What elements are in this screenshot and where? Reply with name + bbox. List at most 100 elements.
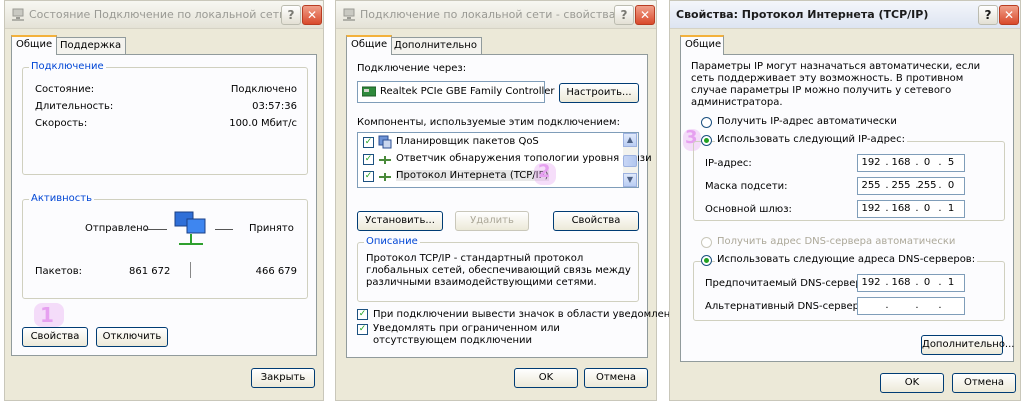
uninstall-button[interactable]: Удалить (455, 211, 529, 231)
mask-octet: 255 (917, 180, 937, 191)
adapter-field: Realtek PCIe GBE Family Controller (357, 81, 555, 103)
status-titlebar[interactable]: Состояние Подключение по локальной сети … (5, 1, 323, 29)
props-tabpanel: Подключение через: Realtek PCIe GBE Fami… (346, 54, 683, 358)
received-line (215, 229, 233, 230)
alt-dns-field[interactable]: . . . (857, 297, 965, 315)
component-properties-button[interactable]: Свойства (553, 211, 639, 231)
manual-ip-radio[interactable] (701, 135, 712, 146)
preferred-dns-field[interactable]: 192 . 168 . 0 . 1 (857, 274, 965, 292)
close-button[interactable]: Закрыть (251, 368, 315, 388)
packets-label: Пакетов: (35, 266, 83, 277)
properties-button[interactable]: Свойства (22, 327, 88, 347)
close-window-button[interactable]: ✕ (635, 5, 655, 25)
tcpip-tabpanel: Параметры IP могут назначаться автоматич… (680, 54, 1014, 362)
connection-properties-window: Подключение по локальной сети - свойства… (335, 0, 683, 401)
activity-group: Активность Отправлено Принято Пакетов: 8… (22, 193, 308, 299)
sent-label: Отправлено (85, 223, 149, 234)
state-label: Состояние: (35, 84, 95, 95)
help-button[interactable]: ? (614, 5, 634, 25)
network-activity-icon (174, 211, 206, 245)
tab-general[interactable]: Общие (680, 35, 724, 55)
ip-label: IP-адрес: (705, 158, 752, 169)
tcpip-properties-window: Свойства: Протокол Интернета (TCP/IP) ? … (669, 0, 1021, 401)
ip-field[interactable]: 192 . 168 . 0 . 5 (857, 154, 965, 172)
description-text: Протокол TCP/IP - стандартный протокол г… (366, 253, 631, 288)
description-group: Описание Протокол TCP/IP - стандартный п… (357, 236, 639, 302)
install-button[interactable]: Установить... (357, 211, 443, 231)
close-window-button[interactable]: ✕ (302, 5, 322, 25)
mask-field[interactable]: 255 . 255 . 255 . 0 (857, 177, 965, 195)
activity-legend: Активность (29, 193, 94, 204)
manual-dns-label: Использовать следующие адреса DNS-сервер… (715, 254, 978, 265)
ok-button[interactable]: OK (514, 368, 578, 388)
close-window-button[interactable]: ✕ (999, 5, 1019, 25)
scroll-thumb[interactable] (623, 155, 637, 167)
duration-label: Длительность: (35, 101, 114, 112)
alt-dns-label: Альтернативный DNS-сервер: (705, 301, 863, 312)
tcpip-window-title: Свойства: Протокол Интернета (TCP/IP) (676, 8, 929, 21)
configure-button[interactable]: Настроить... (559, 83, 639, 103)
dns-octet: 168 (891, 277, 911, 288)
components-list[interactable]: ✓ Планировщик пакетов QoS ✓ Ответчик обн… (357, 132, 652, 188)
tab-support[interactable]: Поддержка (55, 37, 127, 55)
component-checkbox[interactable]: ✓ (363, 137, 374, 148)
gateway-octet: 1 (947, 203, 955, 214)
ip-dot: . (938, 300, 942, 311)
tab-general[interactable]: Общие (346, 35, 393, 55)
component-label-tcpip: Протокол Интернета (TCP/IP) (396, 170, 549, 181)
help-button[interactable]: ? (978, 5, 998, 25)
component-checkbox[interactable]: ✓ (363, 171, 374, 182)
component-label: Ответчик обнаружения топологии уровня св… (396, 153, 652, 164)
speed-value: 100.0 Мбит/с (229, 118, 297, 129)
qos-icon (378, 135, 392, 149)
auto-ip-radio[interactable] (701, 117, 712, 128)
gateway-label: Основной шлюз: (705, 204, 792, 215)
show-icon-checkbox[interactable]: ✓ (357, 309, 368, 320)
dns-octet: 1 (947, 277, 955, 288)
ip-octet: 168 (891, 157, 911, 168)
step-marker-1: 1 (40, 303, 54, 327)
mask-octet: 0 (947, 180, 955, 191)
mask-octet: 255 (891, 180, 911, 191)
connection-legend: Подключение (29, 61, 106, 72)
notify-checkbox[interactable]: ✓ (357, 324, 368, 335)
ip-octet: 192 (861, 157, 881, 168)
network-icon (343, 8, 355, 21)
manual-dns-radio[interactable] (701, 255, 712, 266)
cancel-button[interactable]: Отмена (584, 368, 648, 388)
cancel-button[interactable]: Отмена (952, 373, 1016, 393)
ip-dot: . (915, 300, 919, 311)
preferred-dns-label: Предпочитаемый DNS-сервер: (705, 278, 866, 289)
duration-value: 03:57:36 (252, 101, 297, 112)
packets-received-value: 466 679 (255, 266, 297, 277)
tab-general[interactable]: Общие (11, 35, 58, 55)
scroll-down-arrow-icon[interactable]: ▼ (623, 173, 637, 187)
status-tabpanel: Подключение Состояние: Подключено Длител… (11, 54, 317, 356)
ok-button[interactable]: OK (880, 373, 944, 393)
ip-octet: 5 (947, 157, 955, 168)
status-window: Состояние Подключение по локальной сети … (4, 0, 324, 401)
tcpip-titlebar[interactable]: Свойства: Протокол Интернета (TCP/IP) ? … (670, 1, 1020, 29)
show-icon-label: При подключении вывести значок в области… (373, 309, 684, 320)
received-label: Принято (249, 223, 294, 234)
scroll-up-arrow-icon[interactable]: ▲ (623, 133, 637, 147)
gateway-field[interactable]: 192 . 168 . 0 . 1 (857, 200, 965, 218)
connect-using-label: Подключение через: (357, 63, 467, 74)
dns-octet: 192 (861, 277, 881, 288)
sent-line (145, 229, 167, 230)
props-titlebar[interactable]: Подключение по локальной сети - свойства… (336, 1, 656, 29)
help-button[interactable]: ? (281, 5, 301, 25)
description-legend: Описание (364, 236, 420, 247)
network-icon (12, 8, 24, 21)
list-scrollbar[interactable]: ▲ ▼ (623, 133, 638, 187)
packets-sent-value: 861 672 (129, 266, 171, 277)
tab-advanced[interactable]: Дополнительно (389, 37, 482, 55)
info-text: Параметры IP могут назначаться автоматич… (691, 61, 981, 108)
component-checkbox[interactable]: ✓ (363, 154, 374, 165)
gateway-octet: 192 (861, 203, 881, 214)
ip-octet: 0 (923, 157, 931, 168)
advanced-button[interactable]: Дополнительно... (921, 335, 1014, 355)
auto-dns-radio[interactable] (701, 237, 712, 248)
disable-button[interactable]: Отключить (96, 327, 168, 347)
protocol-icon (379, 156, 391, 164)
